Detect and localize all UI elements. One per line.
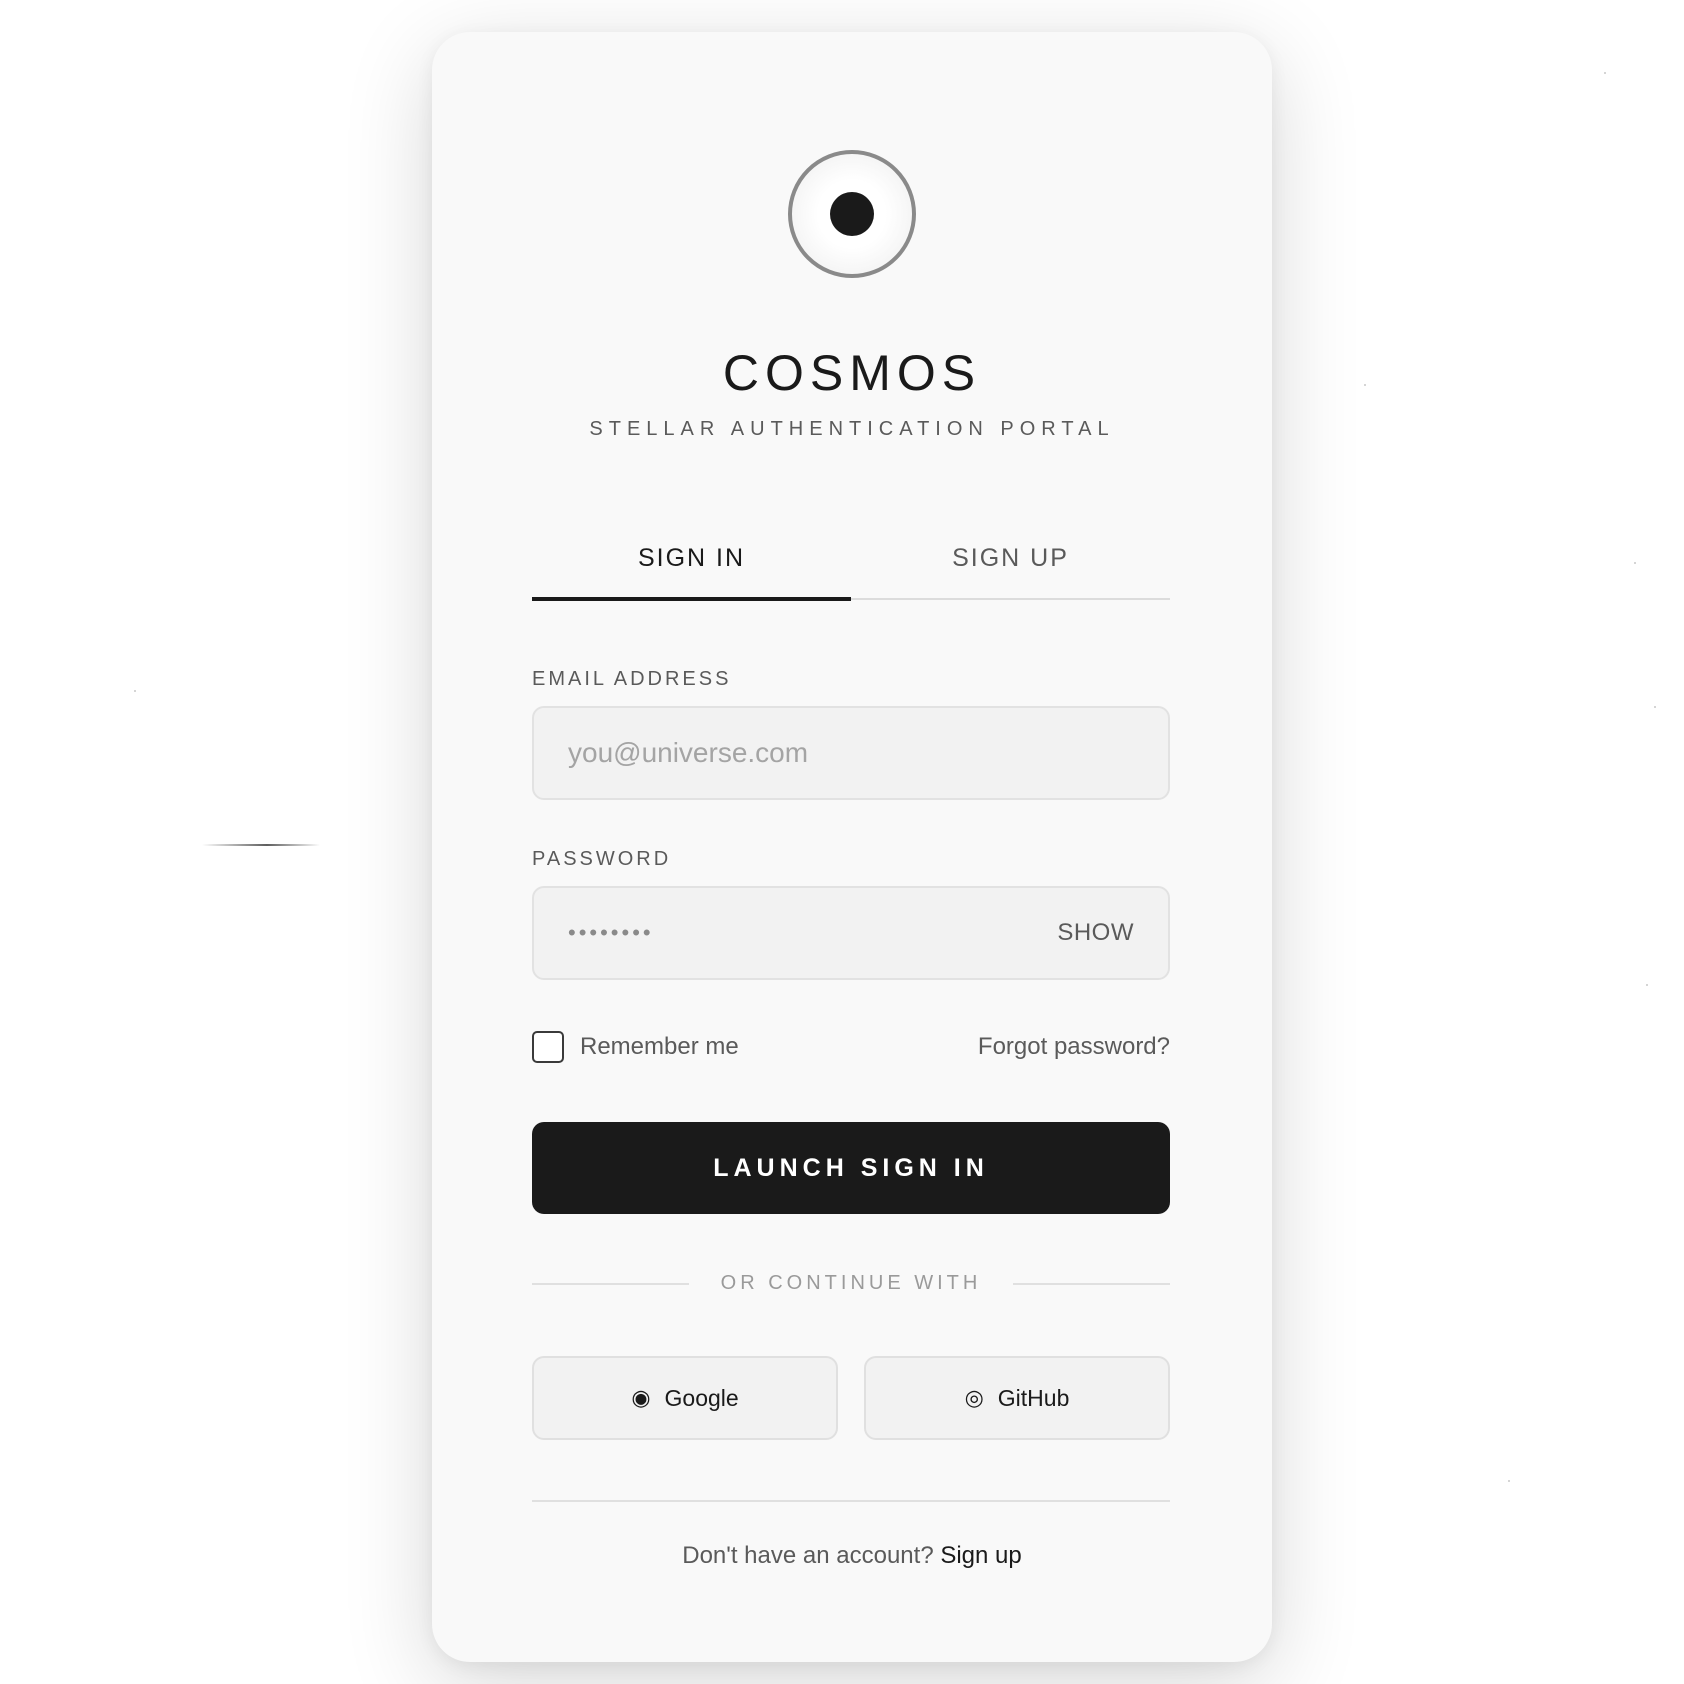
brand-logo	[788, 150, 916, 278]
show-password-button[interactable]: SHOW	[1057, 919, 1134, 947]
remember-me-control[interactable]: Remember me	[532, 1031, 739, 1063]
password-label: PASSWORD	[532, 848, 672, 870]
orbit-eye-icon	[830, 192, 874, 236]
email-label: EMAIL ADDRESS	[532, 668, 732, 690]
auth-tabs: SIGN IN SIGN UP	[532, 532, 1170, 601]
form-options-row: Remember me Forgot password?	[532, 1030, 1170, 1064]
email-field-container	[532, 706, 1170, 800]
email-field[interactable]	[568, 737, 1134, 769]
remember-me-checkbox[interactable]	[532, 1031, 564, 1063]
background-star	[1646, 984, 1648, 986]
divider-line-right	[1013, 1282, 1170, 1285]
signup-prompt: Don't have an account? Sign up	[432, 1542, 1272, 1570]
divider-label: OR CONTINUE WITH	[720, 1272, 982, 1294]
background-streak	[202, 844, 320, 846]
google-icon: ◉	[631, 1385, 651, 1410]
background-star	[1634, 562, 1636, 564]
password-field[interactable]: ••••••••	[568, 920, 1057, 946]
page-background: COSMOS STELLAR AUTHENTICATION PORTAL SIG…	[0, 0, 1684, 1684]
background-star	[134, 690, 136, 692]
forgot-password-link[interactable]: Forgot password?	[978, 1033, 1170, 1061]
google-button[interactable]: ◉ Google	[532, 1356, 838, 1440]
launch-sign-in-button[interactable]: LAUNCH SIGN IN	[532, 1122, 1170, 1214]
brand-tagline: STELLAR AUTHENTICATION PORTAL	[589, 418, 1115, 440]
remember-me-label: Remember me	[580, 1033, 739, 1060]
github-button[interactable]: ◎ GitHub	[864, 1356, 1170, 1440]
divider-line-left	[532, 1282, 689, 1285]
background-star	[1654, 706, 1656, 708]
background-star	[1508, 1480, 1510, 1482]
signup-prompt-text: Don't have an account?	[682, 1542, 934, 1569]
background-star	[1604, 72, 1606, 74]
auth-card: COSMOS STELLAR AUTHENTICATION PORTAL SIG…	[432, 32, 1272, 1662]
password-field-container: •••••••• SHOW	[532, 886, 1170, 980]
github-button-label: GitHub	[997, 1384, 1070, 1411]
or-continue-divider: OR CONTINUE WITH	[532, 1272, 1170, 1295]
github-icon: ◎	[964, 1385, 984, 1410]
background-star	[1364, 384, 1366, 386]
sign-up-link[interactable]: Sign up	[940, 1542, 1021, 1569]
google-button-label: Google	[664, 1384, 739, 1411]
footer-divider	[532, 1500, 1170, 1502]
tab-sign-up[interactable]: SIGN UP	[851, 532, 1170, 598]
brand-title: COSMOS	[722, 345, 982, 401]
tab-sign-in[interactable]: SIGN IN	[532, 532, 851, 601]
